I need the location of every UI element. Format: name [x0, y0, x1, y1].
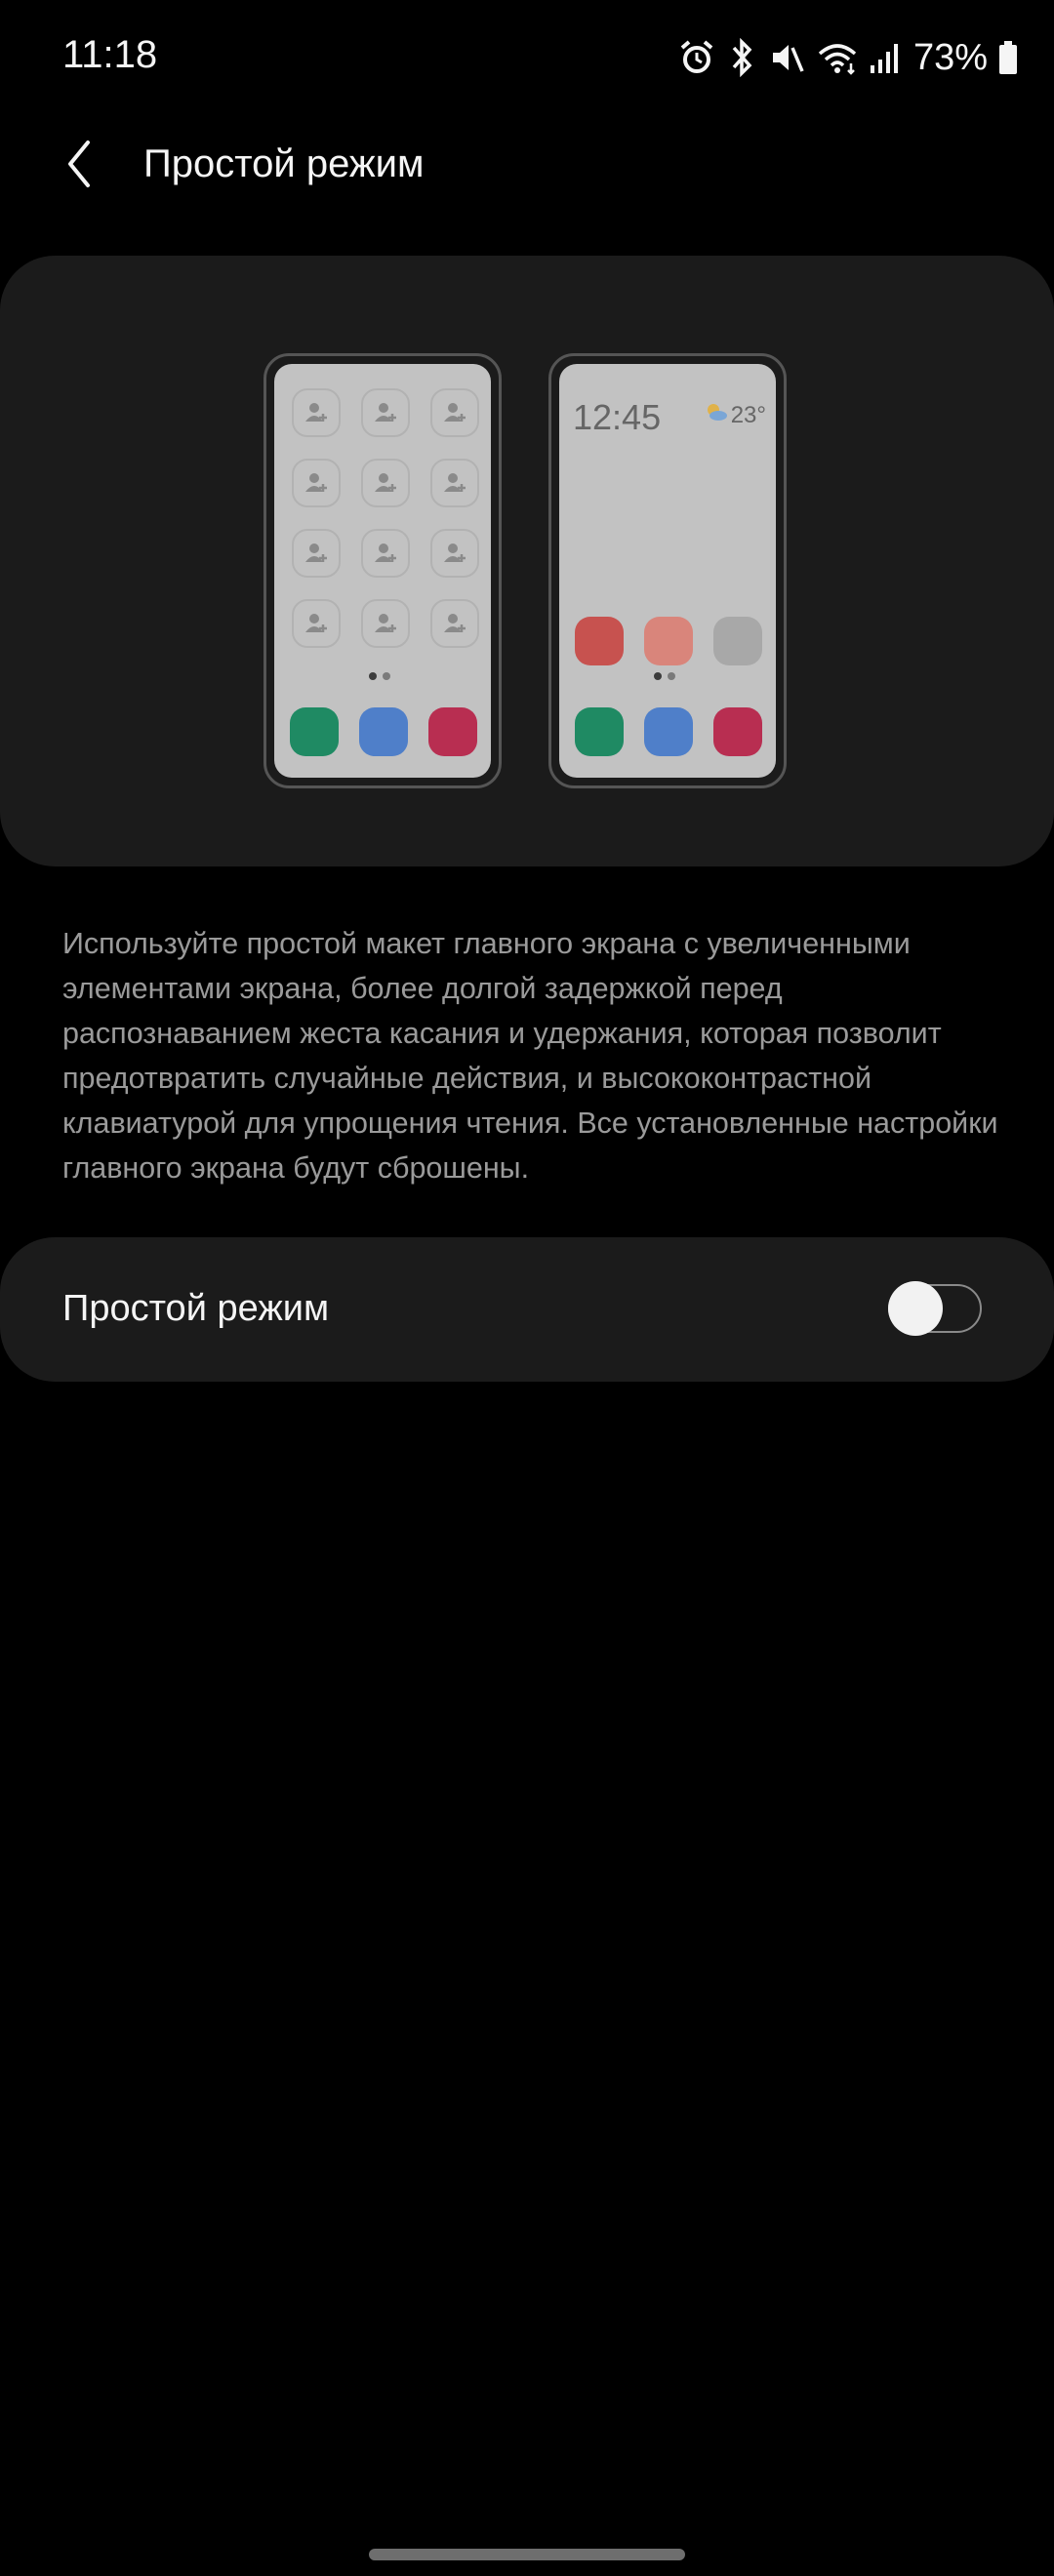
add-contact-icon	[430, 599, 479, 648]
phone-screen: 12:45 23°	[559, 364, 776, 778]
app-icon-crimson	[428, 707, 477, 756]
mute-icon	[767, 38, 806, 77]
add-contact-icon	[292, 599, 341, 648]
add-contact-icon	[430, 459, 479, 507]
status-bar: 11:18 73%	[0, 0, 1054, 117]
back-button[interactable]	[49, 135, 111, 197]
status-time: 11:18	[62, 33, 158, 76]
preview-phone-home: 12:45 23°	[548, 353, 787, 788]
preview-temperature: 23°	[730, 401, 766, 428]
add-contact-icon	[361, 529, 410, 578]
page-indicator	[369, 672, 390, 680]
page-dot	[383, 672, 390, 680]
add-contact-icon	[292, 388, 341, 437]
mode-description: Используйте простой макет главного экран…	[62, 927, 998, 1185]
easy-mode-toggle[interactable]	[888, 1281, 984, 1336]
add-contact-icon	[430, 529, 479, 578]
app-icon-blue	[644, 707, 693, 756]
add-contact-icon	[292, 459, 341, 507]
preview-card: 12:45 23°	[0, 256, 1054, 866]
app-icon-red	[575, 617, 624, 665]
add-contact-icon	[361, 388, 410, 437]
battery-percent: 73%	[912, 36, 988, 78]
toggle-knob	[888, 1281, 943, 1336]
chevron-left-icon	[61, 137, 100, 196]
home-page-dot	[369, 672, 377, 680]
app-icon-green	[575, 707, 624, 756]
add-contact-icon	[361, 599, 410, 648]
page-title: Простой режим	[143, 142, 425, 185]
app-icon-salmon	[644, 617, 693, 665]
preview-clock: 12:45	[573, 397, 662, 437]
home-indicator[interactable]	[369, 2549, 685, 2560]
signal-icon	[869, 38, 900, 77]
status-icons: 73%	[677, 33, 1019, 82]
easy-mode-setting-row[interactable]: Простой режим	[0, 1237, 1054, 1382]
add-contact-icon	[292, 529, 341, 578]
app-icon-blue	[359, 707, 408, 756]
add-contact-icon	[430, 388, 479, 437]
bluetooth-icon	[726, 38, 757, 77]
app-icon-green	[290, 707, 339, 756]
battery-icon	[997, 38, 1019, 77]
phone-screen	[274, 364, 491, 778]
partly-cloudy-icon	[704, 401, 729, 429]
setting-label: Простой режим	[62, 1288, 330, 1329]
header: Простой режим	[0, 117, 1054, 215]
app-icon-gray	[713, 617, 762, 665]
add-contact-icon	[361, 459, 410, 507]
preview-phone-contacts	[264, 353, 502, 788]
page-indicator	[654, 672, 675, 680]
home-page-dot	[654, 672, 662, 680]
app-icon-crimson	[713, 707, 762, 756]
alarm-icon	[677, 38, 716, 77]
page-dot	[668, 672, 675, 680]
wifi-icon	[816, 38, 859, 77]
preview-weather: 23°	[704, 401, 766, 429]
